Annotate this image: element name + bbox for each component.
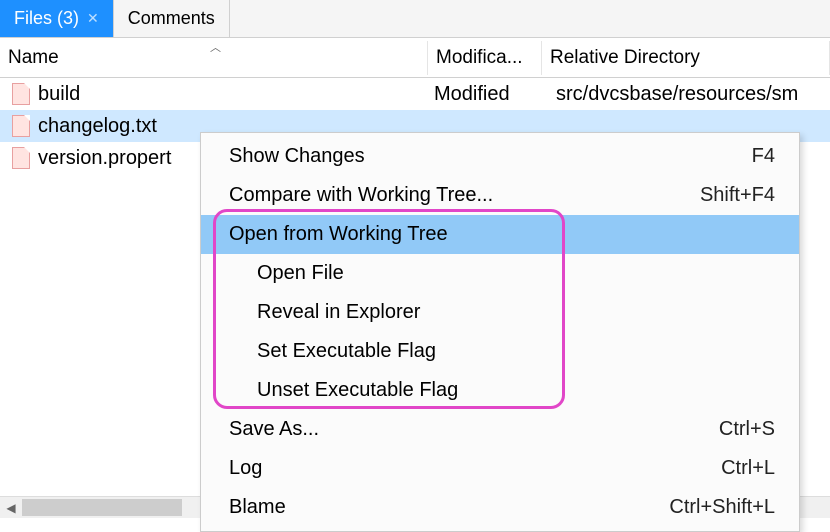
menu-item-label: Reveal in Explorer — [257, 301, 775, 324]
menu-item-label: Compare with Working Tree... — [229, 184, 700, 207]
tab-files[interactable]: Files (3) ✕ — [0, 0, 114, 37]
menu-show-changes[interactable]: Show Changes F4 — [201, 137, 799, 176]
menu-item-label: Open from Working Tree — [229, 223, 775, 246]
menu-open-from-working-tree[interactable]: Open from Working Tree — [201, 215, 799, 254]
menu-set-executable-flag[interactable]: Set Executable Flag — [201, 332, 799, 371]
menu-item-shortcut: Ctrl+S — [719, 418, 775, 441]
scroll-left-icon[interactable]: ◀ — [0, 497, 22, 519]
tab-files-label: Files (3) — [14, 8, 79, 29]
file-relative-directory: src/dvcsbase/resources/sm — [556, 83, 830, 106]
menu-item-shortcut: F4 — [752, 145, 775, 168]
column-name-label: Name — [8, 47, 59, 68]
scrollbar-thumb[interactable] — [22, 499, 182, 516]
tab-comments[interactable]: Comments — [114, 0, 230, 37]
menu-unset-executable-flag[interactable]: Unset Executable Flag — [201, 371, 799, 410]
menu-item-label: Unset Executable Flag — [257, 379, 775, 402]
sort-ascending-icon: ︿ — [210, 41, 221, 55]
column-name[interactable]: Name ︿ — [0, 41, 428, 75]
menu-compare-working-tree[interactable]: Compare with Working Tree... Shift+F4 — [201, 176, 799, 215]
menu-item-shortcut: Ctrl+L — [721, 457, 775, 480]
menu-item-label: Save As... — [229, 418, 719, 441]
column-modification[interactable]: Modifica... — [428, 41, 542, 75]
context-menu: Show Changes F4 Compare with Working Tre… — [200, 132, 800, 532]
menu-item-shortcut: Ctrl+Shift+L — [669, 496, 775, 519]
menu-item-shortcut: Shift+F4 — [700, 184, 775, 207]
file-name: build — [38, 83, 426, 106]
menu-log[interactable]: Log Ctrl+L — [201, 449, 799, 488]
menu-save-as[interactable]: Save As... Ctrl+S — [201, 410, 799, 449]
menu-item-label: Show Changes — [229, 145, 752, 168]
menu-open-file[interactable]: Open File — [201, 254, 799, 293]
file-modification-status: Modified — [434, 83, 548, 106]
column-relative-directory[interactable]: Relative Directory — [542, 41, 830, 75]
menu-item-label: Open File — [257, 262, 775, 285]
tab-comments-label: Comments — [128, 8, 215, 29]
menu-item-label: Log — [229, 457, 721, 480]
close-icon[interactable]: ✕ — [87, 10, 99, 27]
column-headers: Name ︿ Modifica... Relative Directory — [0, 38, 830, 78]
file-icon — [12, 147, 30, 169]
file-icon — [12, 115, 30, 137]
table-row[interactable]: build Modified src/dvcsbase/resources/sm — [0, 78, 830, 110]
menu-item-label: Set Executable Flag — [257, 340, 775, 363]
menu-blame[interactable]: Blame Ctrl+Shift+L — [201, 488, 799, 527]
file-icon — [12, 83, 30, 105]
menu-item-label: Blame — [229, 496, 669, 519]
menu-reveal-in-explorer[interactable]: Reveal in Explorer — [201, 293, 799, 332]
tab-bar: Files (3) ✕ Comments — [0, 0, 830, 38]
